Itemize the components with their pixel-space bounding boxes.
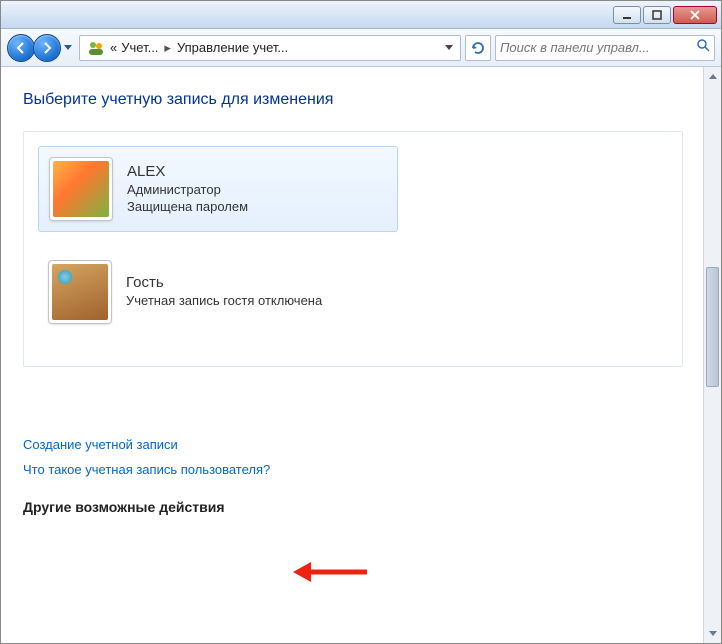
account-info: ALEX Администратор Защищена паролем <box>127 163 248 216</box>
avatar-image-flower <box>53 161 109 217</box>
account-item-alex[interactable]: ALEX Администратор Защищена паролем <box>38 146 398 232</box>
search-box[interactable] <box>495 35 715 61</box>
back-button[interactable] <box>7 34 35 62</box>
create-account-link[interactable]: Создание учетной записи <box>23 437 683 452</box>
account-item-guest[interactable]: Гость Учетная запись гостя отключена <box>38 250 398 334</box>
scroll-down-icon[interactable] <box>704 625 721 643</box>
nav-history-dropdown[interactable] <box>61 38 75 58</box>
footer-heading: Другие возможные действия <box>23 499 683 515</box>
breadcrumb-seg2[interactable]: Управление учет... <box>177 40 288 55</box>
close-button[interactable] <box>673 6 717 24</box>
red-arrow-annotation <box>289 559 369 585</box>
scroll-up-icon[interactable] <box>704 67 721 85</box>
chevron-right-icon: ▸ <box>164 40 171 56</box>
account-name: ALEX <box>127 163 248 180</box>
nav-arrows <box>7 34 75 62</box>
account-status: Защищена паролем <box>127 199 248 216</box>
window: « Учет... ▸ Управление учет... Выберите … <box>0 0 722 644</box>
search-icon <box>696 38 710 57</box>
breadcrumb-seg1[interactable]: Учет... <box>121 40 158 55</box>
breadcrumb-dropdown[interactable] <box>440 45 458 51</box>
avatar <box>48 260 112 324</box>
account-role: Администратор <box>127 182 248 199</box>
vertical-scrollbar[interactable] <box>703 67 721 643</box>
accounts-panel: ALEX Администратор Защищена паролем Гост… <box>23 131 683 367</box>
refresh-button[interactable] <box>465 35 491 61</box>
account-role: Учетная запись гостя отключена <box>126 293 322 310</box>
maximize-button[interactable] <box>643 6 671 24</box>
breadcrumb-prefix: « <box>110 40 117 55</box>
scroll-thumb[interactable] <box>706 267 719 387</box>
search-input[interactable] <box>500 40 696 55</box>
forward-button[interactable] <box>33 34 61 62</box>
titlebar <box>1 1 721 29</box>
content-area: Выберите учетную запись для изменения AL… <box>1 67 721 643</box>
account-name: Гость <box>126 274 322 291</box>
navbar: « Учет... ▸ Управление учет... <box>1 29 721 67</box>
breadcrumb[interactable]: « Учет... ▸ Управление учет... <box>79 35 461 61</box>
page-title: Выберите учетную запись для изменения <box>23 91 683 109</box>
avatar-image-suitcase <box>52 264 108 320</box>
avatar <box>49 157 113 221</box>
users-icon <box>86 38 106 58</box>
content: Выберите учетную запись для изменения AL… <box>1 67 703 643</box>
account-info: Гость Учетная запись гостя отключена <box>126 274 322 310</box>
whatis-account-link[interactable]: Что такое учетная запись пользователя? <box>23 462 683 477</box>
minimize-button[interactable] <box>613 6 641 24</box>
